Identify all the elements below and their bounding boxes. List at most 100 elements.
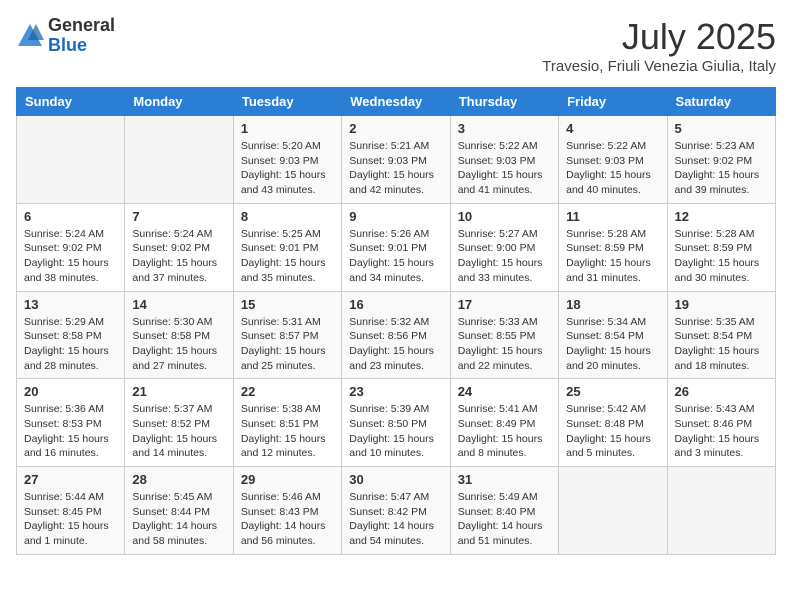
day-info: Sunrise: 5:26 AMSunset: 9:01 PMDaylight:… [349, 227, 442, 286]
day-number: 10 [458, 209, 551, 224]
day-info: Sunrise: 5:41 AMSunset: 8:49 PMDaylight:… [458, 402, 551, 461]
day-info: Sunrise: 5:25 AMSunset: 9:01 PMDaylight:… [241, 227, 334, 286]
week-row-3: 13 Sunrise: 5:29 AMSunset: 8:58 PMDayligh… [17, 291, 776, 379]
day-cell: 26 Sunrise: 5:43 AMSunset: 8:46 PMDayligh… [667, 379, 775, 467]
header-saturday: Saturday [667, 88, 775, 116]
day-cell: 4 Sunrise: 5:22 AMSunset: 9:03 PMDaylight… [559, 116, 667, 204]
day-number: 30 [349, 472, 442, 487]
day-info: Sunrise: 5:29 AMSunset: 8:58 PMDaylight:… [24, 315, 117, 374]
calendar-table: SundayMondayTuesdayWednesdayThursdayFrid… [16, 87, 776, 555]
day-cell: 20Sunrise: 5:36 AMSunset: 8:53 PMDayligh… [17, 379, 125, 467]
day-info: Sunrise: 5:34 AMSunset: 8:54 PMDaylight:… [566, 315, 659, 374]
day-info: Sunrise: 5:31 AMSunset: 8:57 PMDaylight:… [241, 315, 334, 374]
day-cell: 31Sunrise: 5:49 AMSunset: 8:40 PMDayligh… [450, 467, 558, 555]
day-number: 28 [132, 472, 225, 487]
day-number: 12 [675, 209, 768, 224]
day-cell [667, 467, 775, 555]
day-number: 2 [349, 121, 442, 136]
day-cell: 8 Sunrise: 5:25 AMSunset: 9:01 PMDaylight… [233, 203, 341, 291]
day-info: Sunrise: 5:30 AMSunset: 8:58 PMDaylight:… [132, 315, 225, 374]
day-info: Sunrise: 5:42 AMSunset: 8:48 PMDaylight:… [566, 402, 659, 461]
day-number: 23 [349, 384, 442, 399]
day-number: 3 [458, 121, 551, 136]
day-cell: 6Sunrise: 5:24 AMSunset: 9:02 PMDaylight… [17, 203, 125, 291]
day-info: Sunrise: 5:47 AMSunset: 8:42 PMDaylight:… [349, 490, 442, 549]
header-sunday: Sunday [17, 88, 125, 116]
day-cell [559, 467, 667, 555]
logo-general-text: General [48, 16, 115, 36]
day-cell: 2 Sunrise: 5:21 AMSunset: 9:03 PMDaylight… [342, 116, 450, 204]
day-info: Sunrise: 5:22 AMSunset: 9:03 PMDaylight:… [566, 139, 659, 198]
day-cell: 27 Sunrise: 5:44 AMSunset: 8:45 PMDayligh… [17, 467, 125, 555]
location-title: Travesio, Friuli Venezia Giulia, Italy [542, 58, 776, 75]
day-cell: 1 Sunrise: 5:20 AMSunset: 9:03 PMDaylight… [233, 116, 341, 204]
week-row-1: 1 Sunrise: 5:20 AMSunset: 9:03 PMDaylight… [17, 116, 776, 204]
day-cell: 13 Sunrise: 5:29 AMSunset: 8:58 PMDayligh… [17, 291, 125, 379]
day-info: Sunrise: 5:22 AMSunset: 9:03 PMDaylight:… [458, 139, 551, 198]
day-cell: 24Sunrise: 5:41 AMSunset: 8:49 PMDayligh… [450, 379, 558, 467]
day-number: 9 [349, 209, 442, 224]
calendar-header-row: SundayMondayTuesdayWednesdayThursdayFrid… [17, 88, 776, 116]
day-info: Sunrise: 5:46 AMSunset: 8:43 PMDaylight:… [241, 490, 334, 549]
day-number: 14 [132, 297, 225, 312]
day-info: Sunrise: 5:28 AMSunset: 8:59 PMDaylight:… [566, 227, 659, 286]
day-cell: 11 Sunrise: 5:28 AMSunset: 8:59 PMDayligh… [559, 203, 667, 291]
day-info: Sunrise: 5:20 AMSunset: 9:03 PMDaylight:… [241, 139, 334, 198]
day-number: 13 [24, 297, 117, 312]
day-number: 21 [132, 384, 225, 399]
day-info: Sunrise: 5:38 AMSunset: 8:51 PMDaylight:… [241, 402, 334, 461]
day-number: 20 [24, 384, 117, 399]
day-cell: 22 Sunrise: 5:38 AMSunset: 8:51 PMDayligh… [233, 379, 341, 467]
header-monday: Monday [125, 88, 233, 116]
day-number: 5 [675, 121, 768, 136]
header-thursday: Thursday [450, 88, 558, 116]
day-cell: 28Sunrise: 5:45 AMSunset: 8:44 PMDayligh… [125, 467, 233, 555]
day-number: 4 [566, 121, 659, 136]
day-cell: 21Sunrise: 5:37 AMSunset: 8:52 PMDayligh… [125, 379, 233, 467]
day-cell: 18Sunrise: 5:34 AMSunset: 8:54 PMDayligh… [559, 291, 667, 379]
day-info: Sunrise: 5:43 AMSunset: 8:46 PMDaylight:… [675, 402, 768, 461]
day-info: Sunrise: 5:24 AMSunset: 9:02 PMDaylight:… [132, 227, 225, 286]
day-number: 27 [24, 472, 117, 487]
day-cell: 30 Sunrise: 5:47 AMSunset: 8:42 PMDayligh… [342, 467, 450, 555]
day-cell: 23Sunrise: 5:39 AMSunset: 8:50 PMDayligh… [342, 379, 450, 467]
day-number: 7 [132, 209, 225, 224]
week-row-2: 6Sunrise: 5:24 AMSunset: 9:02 PMDaylight… [17, 203, 776, 291]
day-number: 26 [675, 384, 768, 399]
month-title: July 2025 [542, 16, 776, 58]
day-cell: 9 Sunrise: 5:26 AMSunset: 9:01 PMDaylight… [342, 203, 450, 291]
header-wednesday: Wednesday [342, 88, 450, 116]
day-cell [125, 116, 233, 204]
day-info: Sunrise: 5:44 AMSunset: 8:45 PMDaylight:… [24, 490, 117, 549]
week-row-4: 20Sunrise: 5:36 AMSunset: 8:53 PMDayligh… [17, 379, 776, 467]
day-info: Sunrise: 5:21 AMSunset: 9:03 PMDaylight:… [349, 139, 442, 198]
logo: General Blue [16, 16, 115, 56]
day-cell: 19Sunrise: 5:35 AMSunset: 8:54 PMDayligh… [667, 291, 775, 379]
day-number: 16 [349, 297, 442, 312]
day-info: Sunrise: 5:49 AMSunset: 8:40 PMDaylight:… [458, 490, 551, 549]
day-number: 1 [241, 121, 334, 136]
day-info: Sunrise: 5:24 AMSunset: 9:02 PMDaylight:… [24, 227, 117, 286]
day-cell: 29Sunrise: 5:46 AMSunset: 8:43 PMDayligh… [233, 467, 341, 555]
header: General Blue July 2025 Travesio, Friuli … [16, 16, 776, 75]
day-cell: 16Sunrise: 5:32 AMSunset: 8:56 PMDayligh… [342, 291, 450, 379]
day-number: 17 [458, 297, 551, 312]
day-cell [17, 116, 125, 204]
day-number: 22 [241, 384, 334, 399]
day-info: Sunrise: 5:28 AMSunset: 8:59 PMDaylight:… [675, 227, 768, 286]
day-cell: 10 Sunrise: 5:27 AMSunset: 9:00 PMDayligh… [450, 203, 558, 291]
day-cell: 15 Sunrise: 5:31 AMSunset: 8:57 PMDayligh… [233, 291, 341, 379]
day-cell: 3 Sunrise: 5:22 AMSunset: 9:03 PMDaylight… [450, 116, 558, 204]
header-tuesday: Tuesday [233, 88, 341, 116]
title-area: July 2025 Travesio, Friuli Venezia Giuli… [542, 16, 776, 75]
day-cell: 25Sunrise: 5:42 AMSunset: 8:48 PMDayligh… [559, 379, 667, 467]
day-number: 11 [566, 209, 659, 224]
week-row-5: 27 Sunrise: 5:44 AMSunset: 8:45 PMDayligh… [17, 467, 776, 555]
day-number: 8 [241, 209, 334, 224]
logo-icon [16, 22, 44, 50]
day-info: Sunrise: 5:23 AMSunset: 9:02 PMDaylight:… [675, 139, 768, 198]
day-info: Sunrise: 5:35 AMSunset: 8:54 PMDaylight:… [675, 315, 768, 374]
day-info: Sunrise: 5:27 AMSunset: 9:00 PMDaylight:… [458, 227, 551, 286]
day-cell: 12 Sunrise: 5:28 AMSunset: 8:59 PMDayligh… [667, 203, 775, 291]
day-number: 15 [241, 297, 334, 312]
